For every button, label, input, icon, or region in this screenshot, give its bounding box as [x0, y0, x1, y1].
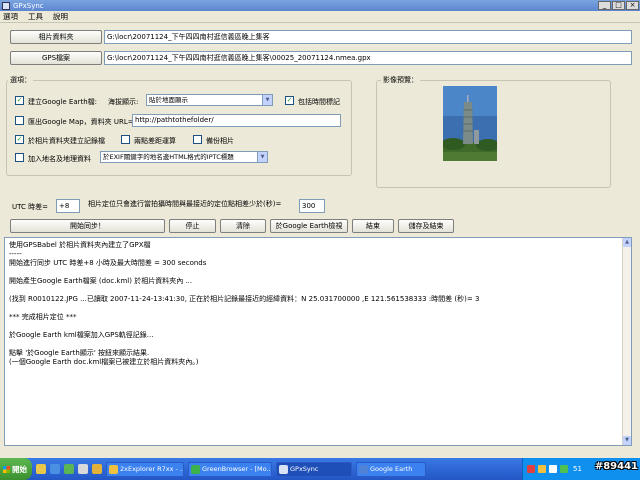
- log-scrollbar[interactable]: ▲ ▼: [622, 238, 631, 445]
- clear-button[interactable]: 清除: [220, 219, 266, 233]
- add-location-label: 加入地名及地理資料: [28, 155, 91, 163]
- location-select[interactable]: 於EXIF關鍵字的地名邊HTML格式的IPTC標題 ▼: [100, 151, 268, 163]
- gps-file-field[interactable]: G:\locr\20071124_下午四四南村逛信義區晚上集客\00025_20…: [104, 51, 632, 65]
- marker-label: 海拔顯示:: [108, 98, 139, 106]
- log-line: (找到 R0010122.JPG ...已讀取 2007-11-24-13:41…: [9, 295, 480, 303]
- log-line: 開始產生Google Earth檔案 (doc.kml) 於相片資料夾內 ...: [9, 277, 193, 285]
- task-greenbrowser[interactable]: GreenBrowser - [Mo...: [188, 461, 272, 477]
- utc-field[interactable]: +8: [56, 199, 80, 213]
- quicklaunch-desktop-icon[interactable]: [78, 464, 88, 474]
- export-gmap-label: 匯出Google Map，資料夾 URL=: [28, 118, 134, 126]
- location-select-value: 於EXIF關鍵字的地名邊HTML格式的IPTC標題: [103, 153, 234, 161]
- window-titlebar[interactable]: GPxSync _ □ ×: [0, 0, 640, 11]
- maximize-button[interactable]: □: [612, 1, 625, 10]
- watermark: #89441: [594, 461, 638, 472]
- utc-desc: 相片定位只會進行當拍攝時間與最接近的定位點相差少於(秒)=: [88, 200, 282, 208]
- backup-label: 備份相片: [206, 137, 234, 145]
- quicklaunch-star-icon[interactable]: [92, 464, 102, 474]
- log-output[interactable]: 使用GPSBabel 於相片資料夾內建立了GPX檔 ----- 開始進行同步 U…: [4, 237, 632, 446]
- explorer-icon: [109, 464, 118, 474]
- tray-chat-icon[interactable]: [538, 465, 546, 473]
- marker-select[interactable]: 貼於地面顯示 ▼: [146, 94, 273, 106]
- menubar: 選項 工具 說明: [0, 11, 640, 23]
- backup-checkbox[interactable]: [193, 135, 202, 144]
- sync-button[interactable]: 開始同步！: [10, 219, 165, 233]
- chevron-down-icon[interactable]: ▼: [262, 95, 272, 105]
- create-ge-checkbox[interactable]: ✓: [15, 96, 24, 105]
- add-location-checkbox[interactable]: [15, 153, 24, 162]
- task-label: GreenBrowser - [Mo...: [202, 464, 272, 473]
- task-gpxsync[interactable]: GPxSync: [276, 461, 352, 477]
- gps-file-button[interactable]: GPS檔案: [10, 51, 102, 65]
- photo-folder-button[interactable]: 相片資料夾: [10, 30, 102, 44]
- log-line: 使用GPSBabel 於相片資料夾內建立了GPX檔: [9, 241, 151, 249]
- menu-options[interactable]: 選項: [3, 11, 18, 22]
- stop-button[interactable]: 停止: [169, 219, 216, 233]
- google-earth-icon: [359, 464, 368, 474]
- log-line: 開始進行同步 UTC 時差+8 小時及最大時間差 = 300 seconds: [9, 259, 207, 267]
- menu-tools[interactable]: 工具: [28, 11, 43, 22]
- start-button[interactable]: 開始: [0, 458, 32, 480]
- photo-folder-field[interactable]: G:\locr\20071124_下午四四南村逛信義區晚上集客: [104, 30, 632, 44]
- options-label: 選項：: [8, 75, 33, 85]
- marker-select-value: 貼於地面顯示: [149, 96, 188, 104]
- quicklaunch-app-icon[interactable]: [64, 464, 74, 474]
- tray-shield-icon[interactable]: [527, 465, 535, 473]
- task-google-earth[interactable]: Google Earth: [356, 461, 426, 477]
- log-line: *** 完成相片定位 ***: [9, 313, 77, 321]
- window-title: GPxSync: [13, 1, 44, 10]
- log-line: (一個Google Earth doc.kml檔案已被建立於相片資料夾內。): [9, 358, 199, 366]
- app-icon: [2, 1, 10, 10]
- scroll-up-icon[interactable]: ▲: [623, 238, 631, 247]
- quicklaunch-folder-icon[interactable]: [36, 464, 46, 474]
- write-record-label: 於相片資料夾建立記錄檔: [28, 137, 105, 145]
- chevron-down-icon[interactable]: ▼: [257, 152, 267, 162]
- close-button[interactable]: ×: [626, 1, 639, 10]
- minimize-button[interactable]: _: [598, 1, 611, 10]
- start-label: 開始: [12, 464, 27, 474]
- taipei-101-photo: [443, 86, 497, 161]
- write-record-checkbox[interactable]: ✓: [15, 135, 24, 144]
- log-line: -----: [9, 250, 22, 258]
- quicklaunch-browser-icon[interactable]: [50, 464, 60, 474]
- task-label: GPxSync: [290, 464, 319, 473]
- log-line: 點擊 '於Google Earth顯示' 按鈕來顯示結果.: [9, 349, 150, 357]
- scroll-down-icon[interactable]: ▼: [623, 436, 631, 445]
- task-explorer[interactable]: 2xExplorer R7xx - ...: [106, 461, 184, 477]
- log-line: 於Google Earth kml檔案加入GPS軌徑記錄...: [9, 331, 154, 339]
- tray-network-icon[interactable]: [549, 465, 557, 473]
- max-seconds-field[interactable]: 300: [299, 199, 325, 213]
- windows-logo-icon: [3, 465, 10, 473]
- export-gmap-checkbox[interactable]: [15, 116, 24, 125]
- greenbrowser-icon: [191, 464, 200, 474]
- taskbar: 開始 2xExplorer R7xx - ... GreenBrowser - …: [0, 458, 640, 480]
- two-point-checkbox[interactable]: [121, 135, 130, 144]
- include-time-checkbox[interactable]: ✓: [285, 96, 294, 105]
- tray-app-icon[interactable]: [560, 465, 568, 473]
- task-label: 2xExplorer R7xx - ...: [120, 464, 184, 473]
- menu-help[interactable]: 說明: [53, 11, 68, 22]
- include-time-label: 包括時間標記: [298, 98, 340, 106]
- gpxsync-icon: [279, 464, 288, 474]
- create-ge-label: 建立Google Earth檔:: [28, 98, 98, 106]
- utc-label: UTC 時差=: [12, 203, 48, 211]
- tray-number: 51: [573, 465, 582, 473]
- preview-image: [443, 86, 497, 161]
- two-point-label: 兩點差距運算: [134, 137, 176, 145]
- view-ge-button[interactable]: 於Google Earth檢視: [270, 219, 348, 233]
- gmap-url-field[interactable]: http://pathtothefolder/: [132, 114, 341, 127]
- preview-label: 影像預覽：: [381, 75, 420, 85]
- task-label: Google Earth: [370, 464, 413, 473]
- save-finish-button[interactable]: 儲存及結束: [398, 219, 454, 233]
- finish-button[interactable]: 結束: [352, 219, 394, 233]
